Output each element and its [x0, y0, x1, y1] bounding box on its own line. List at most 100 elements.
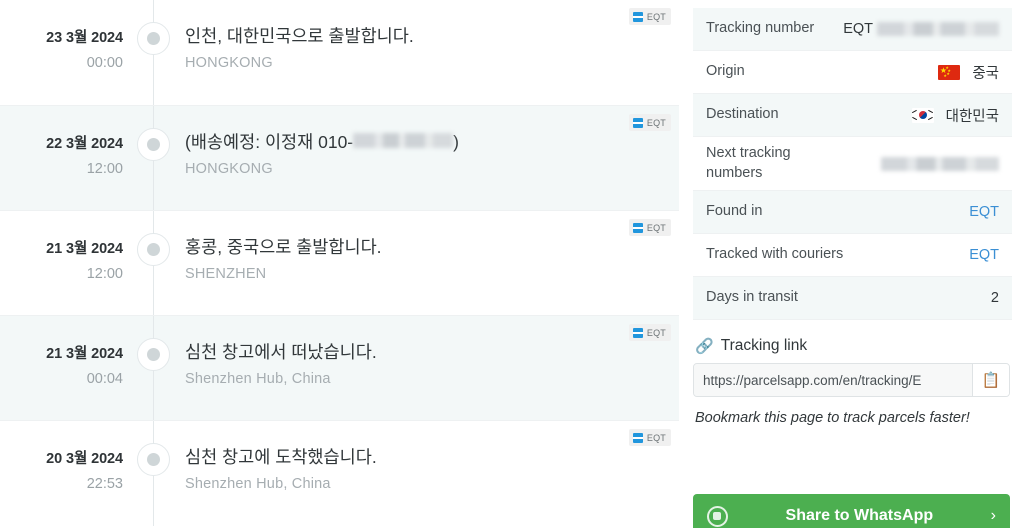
courier-badge-label: EQT [646, 327, 666, 338]
courier-badge: EQT [628, 8, 671, 25]
detail-value-text: 2 [990, 290, 999, 307]
event-date: 21 3월 2024 [46, 346, 123, 362]
detail-key: Found in [706, 203, 763, 220]
eqt-logo-icon [632, 432, 643, 443]
timeline-marker-dot [147, 243, 160, 256]
event-time: 12:00 [86, 266, 123, 282]
parcel-details-panel: Tracking number EQT Origin ★ ★ ★ ★ ★ 중국 Destinati… [679, 0, 1024, 528]
detail-row: Tracking number EQT [693, 8, 1012, 51]
detail-value[interactable]: EQT [969, 204, 999, 220]
detail-value [881, 156, 999, 171]
timeline-marker-icon [137, 338, 170, 371]
event-location: SHENZHEN [185, 265, 267, 282]
detail-value-text: 중국 [972, 65, 999, 82]
timeline-axis [123, 211, 185, 316]
timeline-marker-icon [137, 233, 170, 266]
detail-row: Found in EQT [693, 191, 1012, 235]
event-date: 22 3월 2024 [46, 136, 123, 152]
event-date: 21 3월 2024 [46, 241, 123, 257]
timeline-event-row: 22 3월 2024 12:00 (배송예정: 이정재 010-) HONGKONG E… [0, 105, 679, 211]
detail-key: Tracking number [706, 20, 815, 37]
event-status: 홍콩, 중국으로 출발합니다. [185, 236, 609, 259]
timeline-event-row: 23 3월 2024 00:00 인천, 대한민국으로 출발합니다. HONGKONG… [0, 0, 679, 105]
eqt-logo-icon [632, 222, 643, 233]
event-location: Shenzhen Hub, China [185, 475, 331, 492]
tracking-link-box[interactable]: 📋 [693, 363, 1010, 398]
event-time: 00:04 [86, 371, 123, 387]
share-to-whatsapp-button[interactable]: Share to WhatsApp › [693, 494, 1010, 528]
event-body: 심천 창고에서 떠났습니다. Shenzhen Hub, China [185, 316, 679, 387]
timeline-event-row: 21 3월 2024 00:04 심천 창고에서 떠났습니다. Shenzhen Hu… [0, 315, 679, 421]
timeline-marker-dot [147, 348, 160, 361]
event-status-text: 홍콩, 중국으로 출발합니다. [185, 237, 382, 257]
tracking-timeline: 23 3월 2024 00:00 인천, 대한민국으로 출발합니다. HONGKONG… [0, 0, 679, 528]
south-korea-flag-icon [911, 107, 934, 123]
event-date: 20 3월 2024 [46, 451, 123, 467]
tracking-link-heading: 🔗 Tracking link [693, 337, 1012, 355]
timeline-marker-icon [137, 22, 170, 55]
event-time: 00:00 [86, 55, 123, 71]
courier-badge: EQT [628, 429, 671, 446]
event-body: (배송예정: 이정재 010-) HONGKONG [185, 106, 679, 177]
event-location: Shenzhen Hub, China [185, 370, 331, 387]
bookmark-note: Bookmark this page to track parcels fast… [695, 410, 970, 427]
event-time: 22:53 [86, 476, 123, 492]
whatsapp-icon [707, 505, 728, 527]
eqt-logo-icon [632, 117, 643, 128]
detail-row: Next tracking numbers [693, 137, 1012, 192]
event-datetime: 20 3월 2024 22:53 [0, 421, 123, 492]
courier-badge-label: EQT [646, 117, 666, 128]
detail-key: Origin [706, 63, 745, 80]
event-status: 심천 창고에 도착했습니다. [185, 446, 609, 469]
detail-value[interactable]: EQT [969, 247, 999, 263]
detail-value-text: EQT [969, 247, 999, 264]
event-status-text: 심천 창고에 도착했습니다. [185, 447, 377, 467]
detail-key: Tracked with couriers [706, 246, 844, 263]
detail-row: Days in transit 2 [693, 277, 1012, 321]
timeline-marker-icon [137, 443, 170, 476]
detail-value: 대한민국 [911, 105, 999, 126]
timeline-marker-dot [147, 453, 160, 466]
copy-link-button[interactable]: 📋 [972, 364, 1009, 397]
detail-value-text: EQT [843, 21, 873, 37]
event-status-prefix: (배송예정: 이정재 010- [185, 132, 354, 152]
timeline-marker-icon [137, 128, 170, 161]
event-status: 심천 창고에서 떠났습니다. [185, 341, 609, 364]
event-datetime: 22 3월 2024 12:00 [0, 106, 123, 177]
detail-key: Next tracking numbers [706, 145, 791, 181]
details-table: Tracking number EQT Origin ★ ★ ★ ★ ★ 중국 Destinati… [693, 8, 1012, 321]
tracking-link-label: Tracking link [720, 337, 808, 355]
timeline-axis [123, 421, 185, 526]
detail-row: Destination 대한민국 [693, 94, 1012, 137]
event-status-text: 인천, 대한민국으로 출발합니다. [185, 26, 414, 46]
event-datetime: 21 3월 2024 00:04 [0, 316, 123, 387]
courier-badge-label: EQT [646, 11, 666, 22]
detail-value: 2 [991, 290, 999, 306]
event-status: (배송예정: 이정재 010-) [185, 131, 609, 154]
event-date: 23 3월 2024 [46, 30, 123, 46]
redacted-value [877, 22, 999, 36]
event-status-suffix: ) [453, 132, 459, 152]
timeline-axis [123, 106, 185, 211]
timeline-marker-dot [147, 32, 160, 45]
timeline-axis [123, 0, 185, 105]
clipboard-icon: 📋 [981, 372, 1001, 390]
parcel-tracking-page: 23 3월 2024 00:00 인천, 대한민국으로 출발합니다. HONGKONG… [0, 0, 1024, 528]
detail-key: Destination [706, 106, 779, 123]
event-datetime: 21 3월 2024 12:00 [0, 211, 123, 282]
event-location: HONGKONG [185, 160, 273, 177]
event-body: 홍콩, 중국으로 출발합니다. SHENZHEN [185, 211, 679, 282]
eqt-logo-icon [632, 327, 643, 338]
tracking-link-input[interactable] [694, 364, 972, 397]
eqt-logo-icon [632, 11, 643, 22]
redacted-phone-number [353, 133, 454, 148]
event-location: HONGKONG [185, 54, 273, 71]
event-body: 심천 창고에 도착했습니다. Shenzhen Hub, China [185, 421, 679, 492]
link-chain-icon: 🔗 [695, 338, 714, 356]
timeline-axis [123, 316, 185, 421]
courier-badge-label: EQT [646, 222, 666, 233]
courier-badge: EQT [628, 114, 671, 131]
detail-row: Origin ★ ★ ★ ★ ★ 중국 [693, 51, 1012, 94]
courier-badge: EQT [628, 324, 671, 341]
event-time: 12:00 [86, 161, 123, 177]
